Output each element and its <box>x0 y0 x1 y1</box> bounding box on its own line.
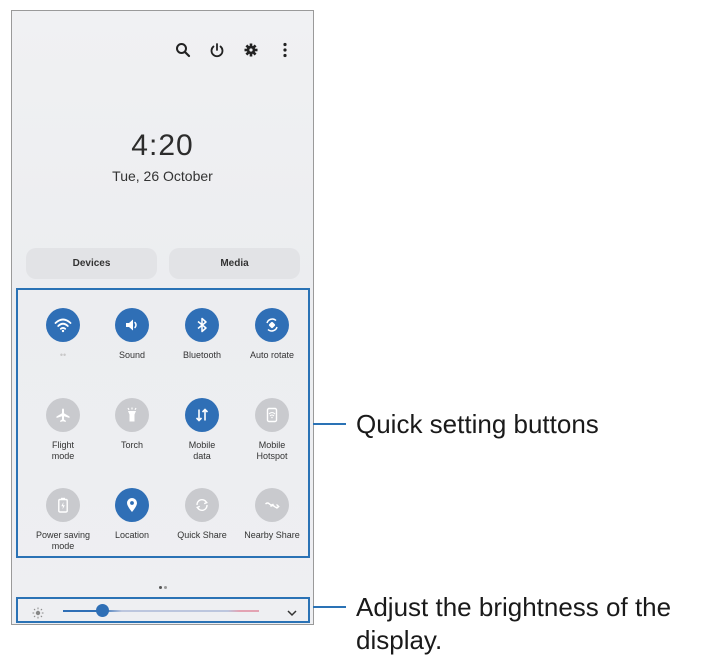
quick-panel-screen: 4:20 Tue, 26 October Devices Media •• Sou… <box>11 10 314 625</box>
wifi-icon[interactable] <box>46 308 80 342</box>
chevron-down-icon[interactable] <box>286 605 298 623</box>
location-icon[interactable] <box>115 488 149 522</box>
power-icon[interactable] <box>207 40 227 60</box>
brightness-slider-track[interactable] <box>63 610 259 612</box>
quick-setting-tile[interactable]: Power saving mode <box>28 488 98 552</box>
quick-setting-label: Mobile Hotspot <box>256 440 288 461</box>
brightness-callout: Adjust the brightness of the display. <box>356 592 672 655</box>
battery-icon[interactable] <box>46 488 80 522</box>
bluetooth-icon[interactable] <box>185 308 219 342</box>
quick-setting-label: Flight mode <box>51 440 75 461</box>
quick-setting-label: •• <box>59 350 67 360</box>
nearby-share-icon[interactable] <box>255 488 289 522</box>
quick-setting-label: Nearby Share <box>244 530 300 540</box>
quick-settings-panel: •• Sound Bluetooth Auto rotate Flight mode To… <box>16 288 310 558</box>
media-button[interactable]: Media <box>169 248 300 279</box>
quick-setting-tile[interactable]: Flight mode <box>28 398 98 462</box>
quick-setting-tile[interactable]: Bluetooth <box>167 308 237 361</box>
page-dot[interactable] <box>158 586 162 589</box>
quick-setting-tile[interactable]: Quick Share <box>167 488 237 541</box>
quick-settings-grid: •• Sound Bluetooth Auto rotate Flight mode To… <box>18 290 308 556</box>
sound-icon[interactable] <box>115 308 149 342</box>
quick-settings-callout: Quick setting buttons <box>356 409 599 439</box>
quick-setting-tile[interactable]: Mobile data <box>167 398 237 462</box>
hotspot-icon[interactable] <box>255 398 289 432</box>
quick-share-icon[interactable] <box>185 488 219 522</box>
search-icon[interactable] <box>173 40 193 60</box>
clock-date: Tue, 26 October <box>112 168 213 184</box>
quick-setting-tile[interactable]: Sound <box>97 308 167 361</box>
quick-setting-label: Mobile data <box>188 440 216 461</box>
quick-setting-tile[interactable]: Torch <box>97 398 167 451</box>
auto-rotate-icon[interactable] <box>255 308 289 342</box>
mobile-data-icon[interactable] <box>185 398 219 432</box>
torch-icon[interactable] <box>115 398 149 432</box>
quick-setting-tile[interactable]: Nearby Share <box>237 488 307 541</box>
quick-setting-tile[interactable]: Mobile Hotspot <box>237 398 307 462</box>
brightness-bar <box>16 597 310 623</box>
brightness-sun-icon <box>32 606 44 624</box>
quick-panel-toolbar <box>173 40 295 60</box>
quick-setting-label: Auto rotate <box>249 350 295 360</box>
quick-setting-label: Location <box>114 530 150 540</box>
page-dot[interactable] <box>163 586 167 589</box>
airplane-icon[interactable] <box>46 398 80 432</box>
quick-setting-tile[interactable]: Auto rotate <box>237 308 307 361</box>
quick-setting-tile[interactable]: Location <box>97 488 167 541</box>
quick-setting-tile[interactable]: •• <box>28 308 98 361</box>
clock-time: 4:20 <box>131 129 194 162</box>
brightness-callout-line <box>313 606 346 608</box>
gear-icon[interactable] <box>241 40 261 60</box>
quick-setting-label: Power saving mode <box>35 530 91 551</box>
page-indicator <box>12 576 313 594</box>
quick-setting-label: Sound <box>118 350 146 360</box>
quick-setting-label: Quick Share <box>177 530 227 540</box>
quick-setting-label: Torch <box>120 440 143 450</box>
brightness-slider-thumb[interactable] <box>96 604 110 617</box>
quick-setting-label: Bluetooth <box>182 350 222 360</box>
more-options-icon[interactable] <box>275 40 295 60</box>
quick-settings-callout-line <box>313 423 346 425</box>
devices-button[interactable]: Devices <box>26 248 157 279</box>
